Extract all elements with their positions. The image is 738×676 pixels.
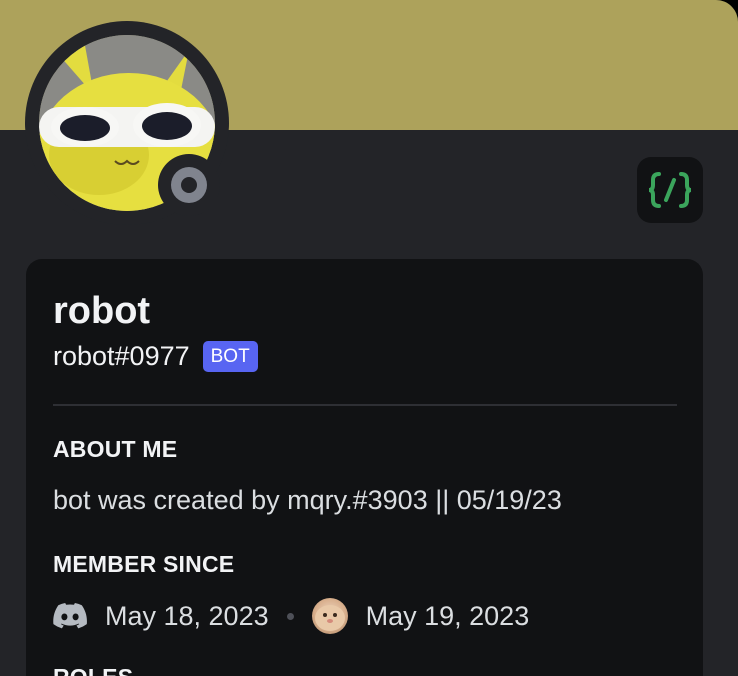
offline-status-icon xyxy=(171,167,207,203)
code-braces-icon xyxy=(648,172,692,208)
discord-join-date: May 18, 2023 xyxy=(105,601,269,631)
username[interactable]: robot#0977 xyxy=(53,339,190,373)
server-join-date: May 19, 2023 xyxy=(365,601,530,631)
roles-heading: ROLES xyxy=(53,663,133,676)
status-indicator xyxy=(158,154,220,216)
display-name: robot xyxy=(53,290,151,332)
divider xyxy=(53,404,677,406)
username-row: robot#0977 BOT xyxy=(53,339,258,373)
member-since-heading: MEMBER SINCE xyxy=(53,551,235,577)
hamster-avatar-icon xyxy=(314,605,345,631)
profile-body: robot robot#0977 BOT ABOUT ME bot was cr… xyxy=(26,259,703,676)
discord-logo-icon xyxy=(53,603,87,629)
user-profile-popout: robot robot#0977 BOT ABOUT ME bot was cr… xyxy=(0,0,738,676)
bot-tag: BOT xyxy=(202,340,258,372)
separator-dot xyxy=(286,612,294,620)
server-avatar-icon[interactable] xyxy=(311,598,348,634)
avatar-container[interactable] xyxy=(25,21,229,225)
about-me-text: bot was created by mqry.#3903 || 05/19/2… xyxy=(53,485,562,515)
member-since-row: May 18, 2023 May 19, 2023 xyxy=(53,596,529,636)
about-me-heading: ABOUT ME xyxy=(53,436,178,462)
active-developer-icon[interactable] xyxy=(637,157,703,223)
